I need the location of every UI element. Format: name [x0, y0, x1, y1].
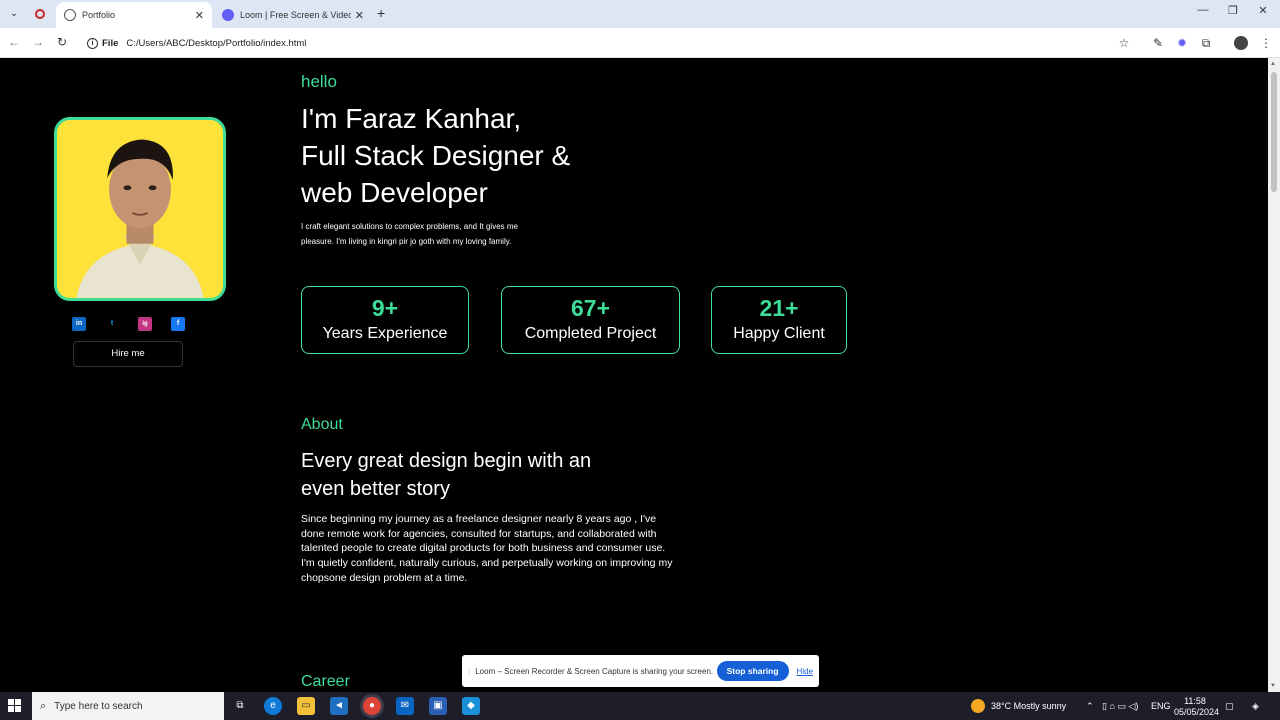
facebook-icon[interactable]: f [171, 317, 185, 331]
profile-photo [54, 117, 226, 301]
globe-icon [64, 9, 76, 21]
address-bar[interactable]: i File C:/Users/ABC/Desktop/Portfolio/in… [80, 32, 1140, 54]
tab-loom[interactable]: Loom | Free Screen & Video ✕ [214, 2, 372, 28]
windows-taskbar: ⌕ Type here to search ⧉ e ▭ ◄ ● ✉ ▣ ◆ 38… [0, 692, 1280, 720]
forward-icon[interactable]: → [30, 35, 46, 49]
scroll-up-icon[interactable]: ▲ [1270, 61, 1276, 67]
intro-text: I craft elegant solutions to complex pro… [301, 222, 518, 246]
headline-line: web Developer [301, 177, 488, 208]
chrome-icon[interactable]: ● [363, 697, 381, 715]
tray-icons[interactable]: ▯ ⌂ ▭ ◁) [1102, 692, 1138, 720]
twitter-icon[interactable]: t [105, 317, 119, 331]
social-links: in t ig f [72, 317, 204, 331]
weather-text[interactable]: 38°C Mostly sunny [991, 692, 1066, 720]
restore-button[interactable]: ❐ [1218, 4, 1248, 17]
notifications-icon[interactable]: ▢ [1225, 692, 1234, 720]
search-placeholder: Type here to search [54, 700, 143, 712]
windows-start-icon[interactable] [8, 699, 22, 713]
close-window-button[interactable]: ✕ [1248, 4, 1278, 17]
sharing-message: Loom – Screen Recorder & Screen Capture … [475, 666, 714, 676]
stat-label: Completed Project [524, 325, 657, 342]
clock-date: 05/05/2024 [1174, 707, 1220, 717]
store-icon[interactable]: ▣ [429, 697, 447, 715]
edge-icon[interactable]: e [264, 697, 282, 715]
info-icon[interactable]: i [87, 37, 98, 49]
drag-handle-icon[interactable]: ⁞ [468, 667, 470, 676]
instagram-icon[interactable]: ig [138, 317, 152, 331]
about-text: Since beginning my journey as a freelanc… [301, 513, 673, 584]
recording-tab-icon[interactable] [32, 6, 48, 22]
stat-card-clients: 21+ Happy Client [711, 286, 847, 354]
career-heading: Career [301, 673, 350, 690]
close-tab-icon[interactable]: ✕ [355, 9, 364, 22]
stop-sharing-button[interactable]: Stop sharing [716, 661, 789, 681]
widgets-icon[interactable]: ◈ [1252, 692, 1259, 720]
extensions-icon[interactable]: ⧉ [1198, 35, 1214, 51]
hide-link[interactable]: Hide [797, 667, 813, 676]
page-scrollbar[interactable]: ▲ ▼ [1268, 58, 1280, 692]
stat-value: 9+ [371, 295, 399, 321]
loom-extension-icon[interactable]: ✹ [1174, 35, 1190, 51]
address-scheme: File [102, 37, 119, 49]
linkedin-icon[interactable]: in [72, 317, 86, 331]
portfolio-page: in t ig f Hire me hello I'm Faraz Kanhar… [0, 58, 1268, 692]
reload-icon[interactable]: ↻ [54, 35, 70, 49]
stat-card-experience: 9+ Years Experience [301, 286, 469, 354]
clock[interactable]: 11:58 05/05/2024 [1174, 696, 1220, 718]
taskbar-search-box[interactable]: ⌕ Type here to search [32, 692, 224, 720]
new-tab-button[interactable]: + [377, 5, 385, 21]
screen-sharing-bar: ⁞ Loom – Screen Recorder & Screen Captur… [462, 655, 819, 687]
headline-line: I'm Faraz Kanhar, [301, 103, 522, 134]
stat-value: 21+ [759, 295, 799, 321]
tab-title: Portfolio [82, 10, 116, 20]
pen-icon[interactable]: ✎ [1150, 35, 1166, 51]
vscode-icon[interactable]: ◄ [330, 697, 348, 715]
address-url: C:/Users/ABC/Desktop/Portfolio/index.htm… [126, 37, 307, 49]
language-indicator[interactable]: ENG [1151, 692, 1171, 720]
tab-search-icon[interactable]: ⌄ [6, 6, 22, 22]
tab-strip: ⌄ Portfolio ✕ Loom | Free Screen & Video… [0, 0, 1280, 28]
menu-icon[interactable]: ⋮ [1258, 35, 1274, 51]
stat-label: Years Experience [322, 325, 448, 342]
browser-toolbar: ← → ↻ i File C:/Users/ABC/Desktop/Portfo… [0, 28, 1280, 58]
hero-headline: I'm Faraz Kanhar, Full Stack Designer & … [301, 100, 601, 211]
profile-avatar-icon[interactable] [1233, 35, 1249, 51]
about-title: Every great design begin with an even be… [301, 447, 621, 503]
stat-card-projects: 67+ Completed Project [501, 286, 680, 354]
about-title-line: Every great design begin with an [301, 450, 592, 472]
about-heading: About [301, 416, 343, 433]
search-icon: ⌕ [40, 699, 47, 712]
loom-icon [222, 9, 234, 21]
portrait-image [57, 120, 223, 298]
back-icon[interactable]: ← [6, 35, 22, 49]
close-tab-icon[interactable]: ✕ [195, 9, 204, 22]
weather-icon[interactable] [971, 699, 985, 713]
task-view-icon[interactable]: ⧉ [231, 697, 249, 715]
file-explorer-icon[interactable]: ▭ [297, 697, 315, 715]
tab-portfolio[interactable]: Portfolio ✕ [56, 2, 212, 28]
headline-line: Full Stack Designer & [301, 140, 571, 171]
stat-value: 67+ [570, 295, 610, 321]
clock-time: 11:58 [1184, 696, 1206, 706]
tab-title: Loom | Free Screen & Video [240, 10, 351, 20]
greeting: hello [301, 72, 337, 91]
tray-overflow-icon[interactable]: ⌃ [1086, 692, 1094, 720]
bookmark-star-icon[interactable]: ☆ [1116, 35, 1132, 51]
hire-me-button[interactable]: Hire me [73, 341, 183, 367]
about-title-line: even better story [301, 478, 450, 500]
stat-label: Happy Client [733, 325, 825, 342]
scrollbar-thumb[interactable] [1271, 72, 1277, 192]
app-icon[interactable]: ◆ [462, 697, 480, 715]
minimize-button[interactable]: — [1188, 4, 1218, 16]
scroll-down-icon[interactable]: ▼ [1270, 683, 1276, 689]
mail-icon[interactable]: ✉ [396, 697, 414, 715]
